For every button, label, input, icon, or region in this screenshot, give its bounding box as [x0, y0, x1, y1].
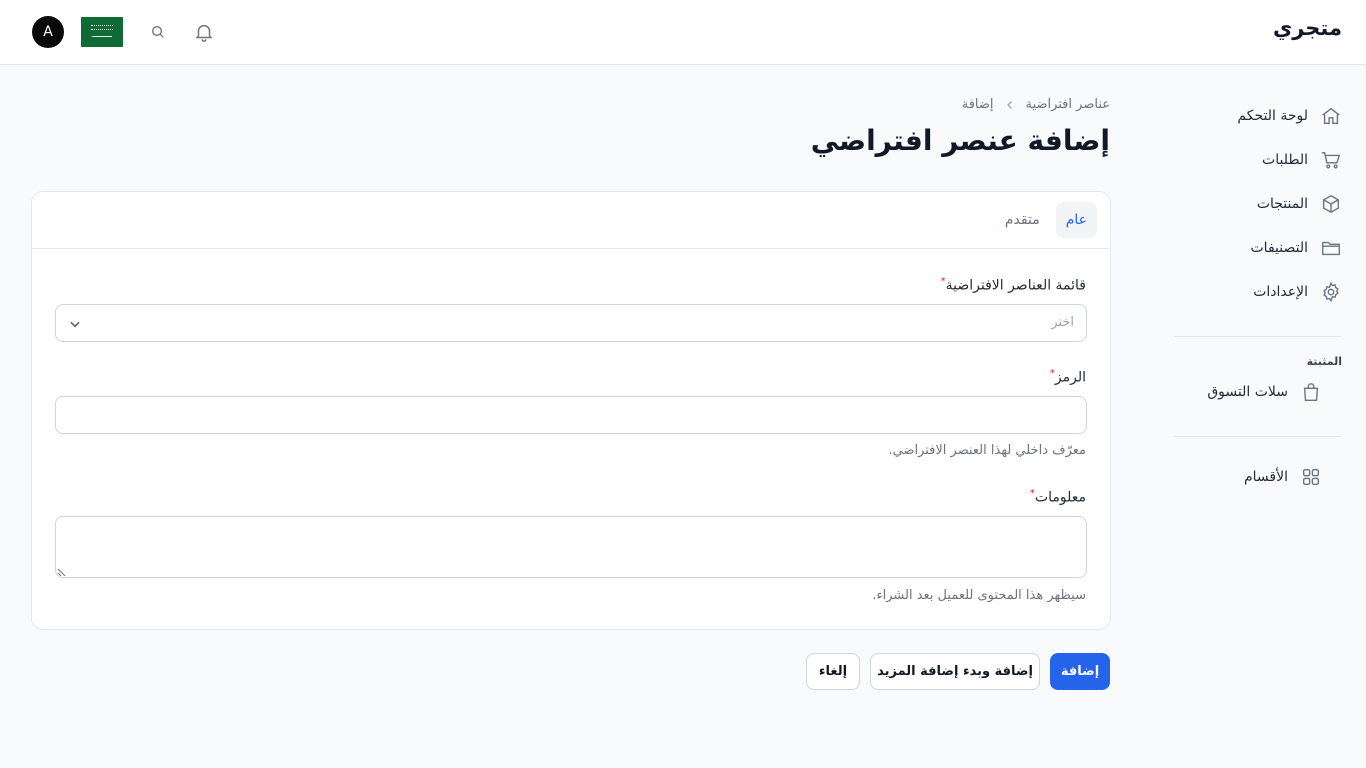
cart-icon: [1321, 151, 1341, 169]
breadcrumb-parent-link[interactable]: عناصر افتراضية: [1026, 97, 1110, 112]
flag-sword-mark: [92, 36, 112, 37]
pinned-group-label: المثبتة: [1306, 355, 1342, 368]
sidebar-item-label: المنتجات: [1256, 196, 1308, 212]
code-field-label-text: الرمز: [1054, 369, 1086, 386]
select-placeholder: اختر: [1051, 315, 1074, 330]
cancel-button[interactable]: إلغاء: [806, 653, 860, 690]
info-field-label: معلومات*: [1030, 488, 1086, 506]
chevron-down-icon: [70, 321, 80, 328]
code-hint: معرّف داخلي لهذا العنصر الافتراضي.: [888, 443, 1086, 458]
sidebar-divider: [1174, 336, 1342, 337]
sidebar-item-dashboard[interactable]: لوحة التحكم: [1174, 94, 1342, 138]
form-card: عام متقدم قائمة العناصر الافتراضية* اختر…: [31, 191, 1111, 630]
bell-icon[interactable]: [192, 20, 216, 44]
chevron-left-icon: [1006, 100, 1012, 109]
sidebar-item-categories[interactable]: التصنيفات: [1174, 226, 1342, 270]
sidebar-item-label: الطلبات: [1262, 152, 1308, 168]
code-input[interactable]: [55, 396, 1087, 434]
sidebar: لوحة التحكم الطلبات المنتجات التصنيفات ا…: [1174, 94, 1342, 499]
tab-advanced[interactable]: متقدم: [995, 202, 1050, 238]
sidebar-item-label: التصنيفات: [1250, 240, 1309, 256]
sidebar-item-label: الإعدادات: [1253, 284, 1308, 300]
page-title: إضافة عنصر افتراضي: [810, 124, 1110, 157]
search-icon[interactable]: [146, 20, 170, 44]
add-button[interactable]: إضافة: [1050, 653, 1110, 690]
sidebar-item-products[interactable]: المنتجات: [1174, 182, 1342, 226]
top-bar: متجري A: [0, 0, 1366, 65]
code-field-label: الرمز*: [1050, 368, 1086, 386]
info-field-label-text: معلومات: [1034, 489, 1086, 506]
sidebar-item-sections[interactable]: الأقسام: [1174, 455, 1342, 499]
sidebar-item-label: لوحة التحكم: [1237, 108, 1308, 124]
shopping-bag-icon: [1303, 383, 1319, 401]
box-icon: [1322, 194, 1340, 214]
avatar[interactable]: A: [32, 16, 64, 48]
sidebar-item-orders[interactable]: الطلبات: [1174, 138, 1342, 182]
sidebar-item-settings[interactable]: الإعدادات: [1174, 270, 1342, 314]
flag-script-mark: [91, 25, 113, 30]
sidebar-item-label: الأقسام: [1244, 469, 1288, 485]
tabs-bar: عام متقدم: [32, 192, 1110, 249]
home-icon: [1322, 107, 1340, 125]
resize-handle-icon[interactable]: [57, 566, 67, 576]
sidebar-divider: [1174, 436, 1342, 437]
sidebar-item-shopping-carts[interactable]: سلات التسوق: [1174, 370, 1342, 414]
list-field-label: قائمة العناصر الافتراضية*: [941, 276, 1086, 294]
folder-icon: [1322, 241, 1340, 256]
info-textarea[interactable]: [55, 516, 1087, 578]
breadcrumb-current: إضافة: [961, 97, 994, 112]
language-flag-button[interactable]: [81, 17, 123, 47]
add-another-button[interactable]: إضافة وبدء إضافة المزيد: [870, 653, 1040, 690]
list-field-label-text: قائمة العناصر الافتراضية: [945, 277, 1086, 294]
breadcrumb: عناصر افتراضية إضافة: [962, 97, 1110, 112]
sidebar-item-label: سلات التسوق: [1207, 384, 1288, 400]
brand-logo[interactable]: متجري: [1273, 16, 1342, 40]
gear-icon: [1323, 281, 1339, 303]
grid-icon: [1302, 468, 1320, 486]
virtual-items-list-select[interactable]: اختر: [55, 304, 1087, 342]
tab-general[interactable]: عام: [1055, 202, 1097, 238]
info-hint: سيظهر هذا المحتوى للعميل بعد الشراء.: [872, 588, 1086, 603]
